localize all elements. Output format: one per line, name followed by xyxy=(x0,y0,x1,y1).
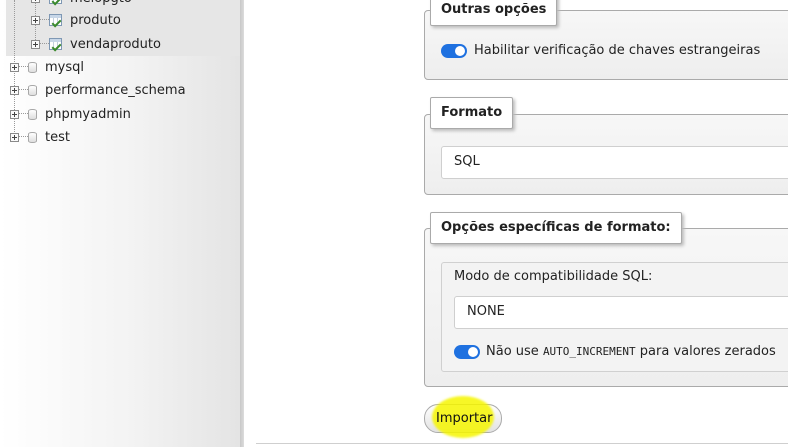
tree-connector xyxy=(19,136,28,138)
table-icon xyxy=(49,0,62,4)
no-auto-increment-toggle[interactable] xyxy=(454,345,480,359)
format-legend: Formato xyxy=(430,97,514,129)
foreign-key-checks-label[interactable]: Habilitar verificação de chaves estrange… xyxy=(474,43,760,58)
navigation-panel: meiopgto produto vendaproduto mysql perf… xyxy=(0,0,240,447)
table-name[interactable]: vendaproduto xyxy=(70,37,161,52)
expand-icon[interactable] xyxy=(10,109,19,119)
table-name[interactable]: produto xyxy=(70,13,121,28)
tree-connector xyxy=(40,19,49,21)
sql-compat-select[interactable]: NONE xyxy=(454,296,788,329)
expand-icon[interactable] xyxy=(10,85,19,95)
import-button-label[interactable]: Importar xyxy=(436,411,492,426)
tree-item-database[interactable]: mysql xyxy=(10,56,84,78)
tree-connector xyxy=(19,66,28,68)
table-icon xyxy=(49,38,62,50)
tree-item-database[interactable]: phpmyadmin xyxy=(10,103,131,125)
tree-item-table[interactable]: vendaproduto xyxy=(31,33,161,55)
expand-icon[interactable] xyxy=(10,132,19,142)
tree-connector xyxy=(40,43,49,45)
format-specific-legend: Opções específicas de formato: xyxy=(430,212,682,244)
database-icon xyxy=(28,61,37,73)
expand-icon[interactable] xyxy=(31,0,40,3)
expand-icon[interactable] xyxy=(10,62,19,72)
sql-compat-label: Modo de compatibilidade SQL: xyxy=(454,269,653,284)
database-name[interactable]: phpmyadmin xyxy=(45,107,131,122)
sql-compat-selected-value: NONE xyxy=(467,304,505,319)
expand-icon[interactable] xyxy=(31,15,40,25)
database-icon xyxy=(28,108,37,120)
no-auto-increment-label[interactable]: Não use AUTO_INCREMENT para valores zera… xyxy=(486,344,776,359)
auto-increment-code: AUTO_INCREMENT xyxy=(542,345,636,358)
no-auto-increment-prefix: Não use xyxy=(486,344,539,359)
database-name[interactable]: performance_schema xyxy=(45,83,186,98)
expand-icon[interactable] xyxy=(31,39,40,49)
tree-item-database[interactable]: test xyxy=(10,126,70,148)
foreign-key-checks-toggle[interactable] xyxy=(441,44,467,58)
footer-divider xyxy=(256,443,788,444)
tree-connector xyxy=(19,113,28,115)
database-icon xyxy=(28,84,37,96)
database-name[interactable]: mysql xyxy=(45,60,84,75)
no-auto-increment-suffix: para valores zerados xyxy=(639,344,776,359)
tree-item-table[interactable]: produto xyxy=(31,9,121,31)
navigation-resize-handle[interactable] xyxy=(240,0,244,447)
tree-item-database[interactable]: performance_schema xyxy=(10,79,186,101)
database-name[interactable]: test xyxy=(45,130,70,145)
tree-connector xyxy=(19,89,28,91)
format-selected-value: SQL xyxy=(454,154,480,169)
tree-item-table[interactable]: meiopgto xyxy=(31,0,132,9)
table-name[interactable]: meiopgto xyxy=(70,0,132,6)
table-icon xyxy=(49,14,62,26)
other-options-legend: Outras opções xyxy=(430,0,558,26)
format-select[interactable]: SQL xyxy=(441,146,788,179)
database-icon xyxy=(28,131,37,143)
